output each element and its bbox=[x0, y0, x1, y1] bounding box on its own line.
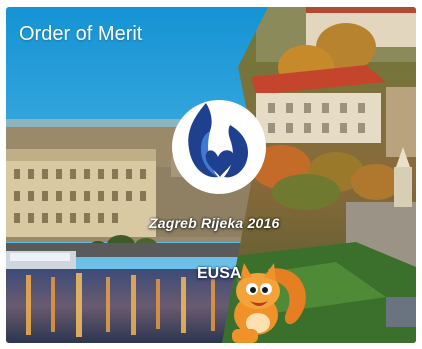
card-title: Order of Merit bbox=[19, 23, 143, 45]
flame-heart-logo bbox=[172, 100, 266, 194]
city-collage-image bbox=[6, 7, 416, 343]
event-card[interactable]: Order of Merit Zagreb Rijeka 2016 EUSA bbox=[6, 7, 416, 343]
org-name: EUSA bbox=[197, 265, 242, 282]
event-name: Zagreb Rijeka 2016 bbox=[149, 215, 280, 231]
